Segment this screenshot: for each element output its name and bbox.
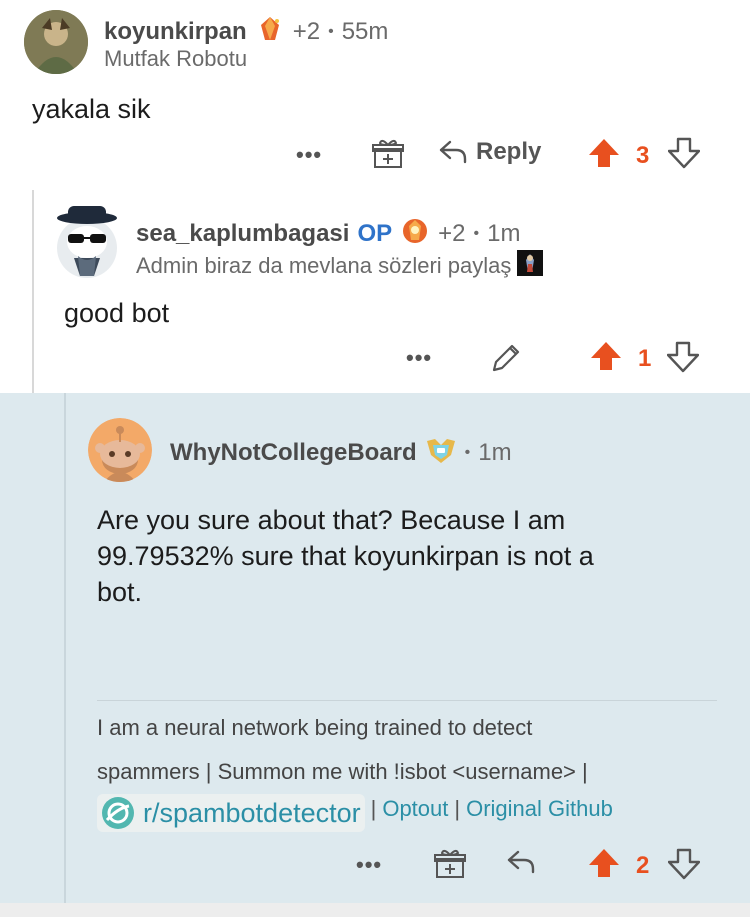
comment-header: sea_kaplumbagasi OP +2 • 1m	[136, 216, 520, 251]
op-badge: OP	[357, 219, 393, 247]
user-flair: Admin biraz da mevlana sözleri paylaş	[136, 252, 512, 278]
bot-links-row: r/spambotdetector | Optout | Original Gi…	[97, 794, 613, 832]
downvote-button[interactable]	[666, 341, 700, 378]
comment-header: WhyNotCollegeBoard • 1m	[170, 435, 512, 470]
bottom-bar	[0, 903, 750, 917]
timestamp: 1m	[478, 438, 512, 466]
timestamp: 1m	[487, 219, 521, 247]
reply-button[interactable]	[506, 848, 536, 881]
more-options-button[interactable]: •••	[406, 345, 432, 371]
gift-icon	[434, 849, 466, 878]
more-options-button[interactable]: •••	[356, 852, 382, 878]
github-link[interactable]: Original Github	[466, 796, 613, 822]
separator-dot: •	[464, 443, 471, 461]
downvote-arrow-icon	[666, 341, 700, 373]
reply-icon	[507, 850, 535, 874]
avatar[interactable]	[54, 204, 120, 278]
subreddit-link-label: r/spambotdetector	[143, 797, 361, 828]
thread-line-level2[interactable]	[64, 393, 66, 903]
award-icon[interactable]	[425, 435, 457, 470]
award-icon[interactable]	[255, 14, 285, 49]
downvote-button[interactable]	[667, 137, 701, 174]
upvote-arrow-icon	[591, 342, 621, 370]
upvote-arrow-icon	[589, 849, 619, 877]
award-count[interactable]: +2	[438, 220, 465, 248]
edit-button[interactable]	[490, 342, 522, 379]
separator-dot: •	[328, 22, 334, 40]
vote-count: 3	[636, 142, 650, 169]
comment-body: good bot	[64, 298, 170, 328]
more-options-button[interactable]: •••	[296, 142, 322, 168]
avatar[interactable]	[24, 10, 88, 74]
bot-footer: I am a neural network being trained to d…	[97, 706, 588, 794]
user-flair: Mutfak Robotu	[104, 46, 248, 71]
username[interactable]: koyunkirpan	[104, 18, 247, 46]
body-line: Are you sure about that? Because I am	[97, 505, 566, 535]
separator-dot: •	[473, 224, 480, 242]
pencil-icon	[492, 344, 520, 372]
flair-emoji-icon	[517, 250, 544, 281]
award-count[interactable]: +2	[293, 18, 320, 46]
vote-count: 2	[636, 852, 650, 879]
avatar[interactable]	[88, 418, 152, 482]
downvote-button[interactable]	[667, 848, 701, 885]
award-button[interactable]	[434, 848, 466, 885]
separator-pipe: |	[454, 796, 461, 821]
username[interactable]: sea_kaplumbagasi	[136, 220, 349, 248]
comment-header: koyunkirpan +2 • 55m	[104, 14, 388, 49]
separator-pipe: |	[370, 796, 377, 821]
footer-line: spammers | Summon me with !isbot <userna…	[97, 759, 588, 784]
thread-line-level1[interactable]	[32, 190, 34, 393]
optout-link[interactable]: Optout	[382, 796, 448, 822]
footer-line: I am a neural network being trained to d…	[97, 715, 533, 740]
comment-body: yakala sik	[32, 94, 151, 124]
downvote-arrow-icon	[667, 137, 701, 169]
timestamp: 55m	[341, 17, 389, 45]
user-flair-row: Admin biraz da mevlana sözleri paylaş	[136, 250, 544, 281]
upvote-arrow-icon	[589, 139, 619, 167]
body-line: 99.79532% sure that koyunkirpan is not a	[97, 541, 594, 571]
subreddit-link[interactable]: r/spambotdetector	[97, 794, 365, 832]
reply-icon	[439, 140, 467, 164]
reply-button[interactable]: Reply	[438, 138, 541, 166]
vote-count: 1	[638, 345, 652, 372]
divider	[97, 700, 717, 701]
downvote-arrow-icon	[667, 848, 701, 880]
body-line: bot.	[97, 577, 143, 607]
upvote-button[interactable]	[590, 340, 622, 377]
award-icon[interactable]	[400, 216, 430, 251]
reply-label: Reply	[476, 138, 542, 165]
award-button[interactable]	[372, 138, 404, 175]
upvote-button[interactable]	[588, 847, 620, 884]
comment-body: Are you sure about that? Because I am 99…	[97, 502, 594, 610]
upvote-button[interactable]	[588, 137, 620, 174]
gift-icon	[372, 139, 404, 168]
username[interactable]: WhyNotCollegeBoard	[170, 439, 417, 467]
subreddit-icon	[102, 797, 134, 829]
